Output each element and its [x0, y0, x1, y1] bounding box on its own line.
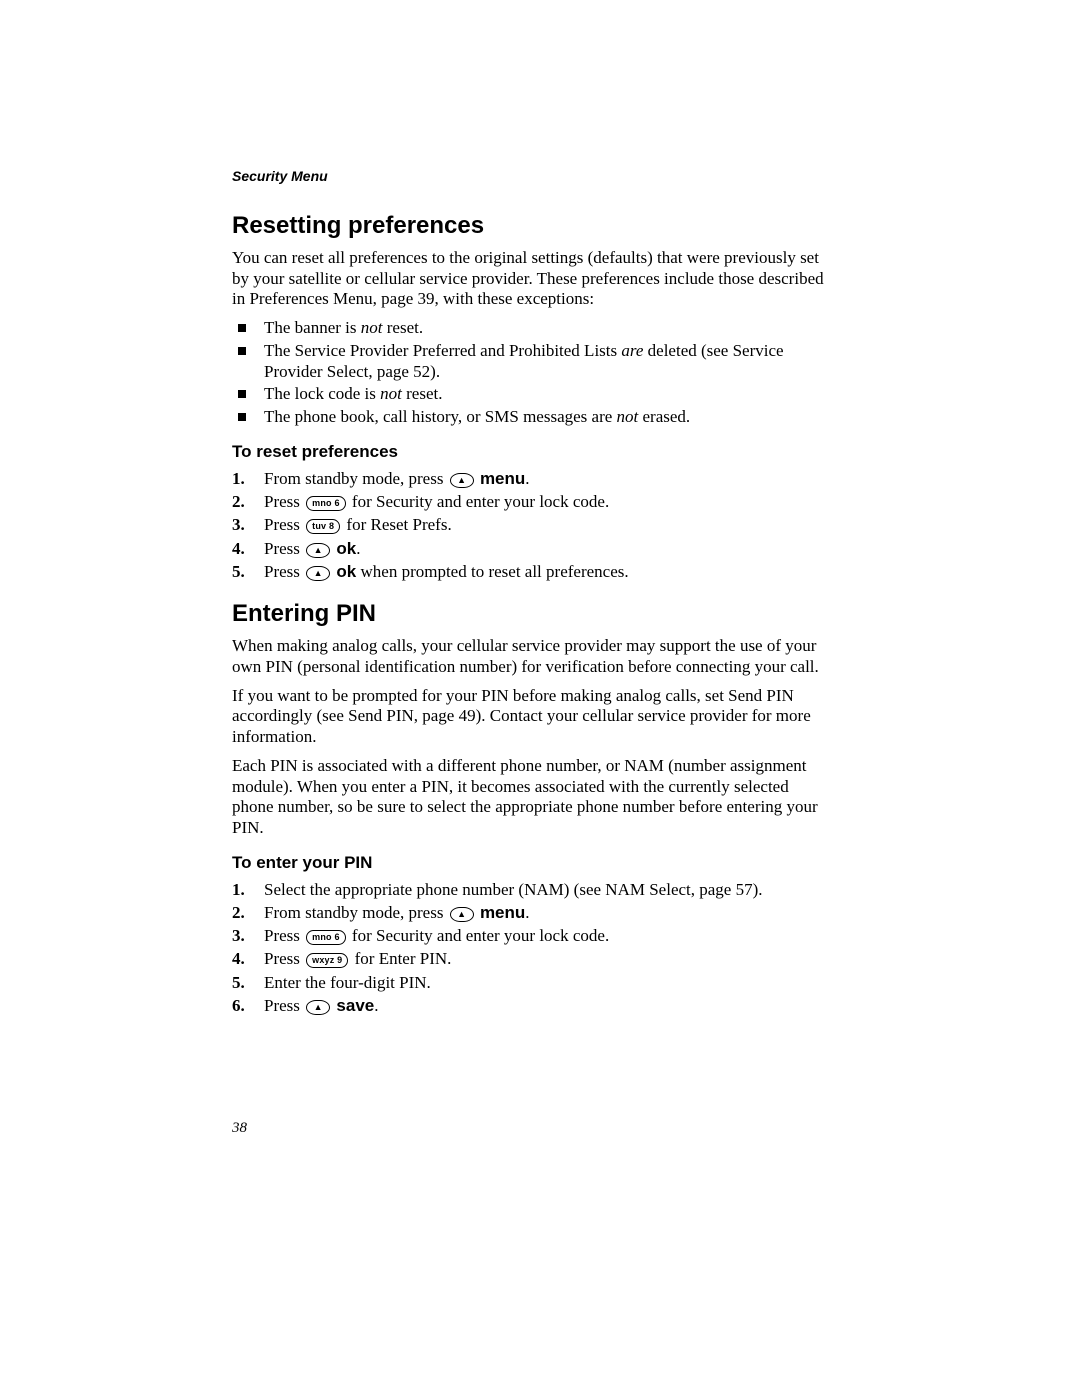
emphasis: not: [617, 407, 639, 426]
list-item: Enter the four-digit PIN.: [232, 972, 825, 993]
text: The banner is: [264, 318, 361, 337]
softkey-label: ok: [336, 562, 356, 581]
text: .: [525, 469, 529, 488]
softkey-label: save: [336, 996, 374, 1015]
text: Press: [264, 515, 304, 534]
list-item: The phone book, call history, or SMS mes…: [232, 407, 825, 428]
heading-entering-pin: Entering PIN: [232, 600, 825, 628]
text: .: [374, 996, 378, 1015]
text: Press: [264, 996, 304, 1015]
list-item: The lock code is not reset.: [232, 384, 825, 405]
manual-page: Security Menu Resetting preferences You …: [0, 0, 1080, 1397]
list-item: Press wxyz 9 for Enter PIN.: [232, 948, 825, 969]
text: for Security and enter your lock code.: [348, 492, 610, 511]
text: reset.: [383, 318, 424, 337]
exceptions-list: The banner is not reset. The Service Pro…: [232, 318, 825, 428]
text: From standby mode, press: [264, 903, 448, 922]
text: The Service Provider Preferred and Prohi…: [264, 341, 621, 360]
keypad-8-icon: tuv 8: [306, 519, 340, 534]
list-item: Press ▲ ok.: [232, 538, 825, 559]
list-item: From standby mode, press ▲ menu.: [232, 468, 825, 489]
text: for Security and enter your lock code.: [348, 926, 610, 945]
emphasis: are: [621, 341, 643, 360]
emphasis: not: [361, 318, 383, 337]
body-paragraph: Each PIN is associated with a different …: [232, 756, 825, 839]
steps-enter-pin: Select the appropriate phone number (NAM…: [232, 879, 825, 1017]
text: .: [525, 903, 529, 922]
running-header: Security Menu: [232, 168, 825, 184]
keypad-9-icon: wxyz 9: [306, 953, 348, 968]
list-item: Press mno 6 for Security and enter your …: [232, 491, 825, 512]
text: Press: [264, 949, 304, 968]
list-item: The banner is not reset.: [232, 318, 825, 339]
subheading-to-reset-preferences: To reset preferences: [232, 442, 825, 462]
steps-reset-preferences: From standby mode, press ▲ menu. Press m…: [232, 468, 825, 582]
list-item: The Service Provider Preferred and Prohi…: [232, 341, 825, 382]
text: Press: [264, 562, 304, 581]
text: Press: [264, 926, 304, 945]
text: Press: [264, 492, 304, 511]
list-item: Press ▲ save.: [232, 995, 825, 1016]
body-paragraph: When making analog calls, your cellular …: [232, 636, 825, 677]
up-key-icon: ▲: [450, 907, 474, 922]
list-item: Press ▲ ok when prompted to reset all pr…: [232, 561, 825, 582]
softkey-label: menu: [480, 469, 525, 488]
text: when prompted to reset all preferences.: [356, 562, 628, 581]
up-key-icon: ▲: [306, 1000, 330, 1015]
softkey-label: menu: [480, 903, 525, 922]
body-paragraph: If you want to be prompted for your PIN …: [232, 686, 825, 748]
list-item: Press tuv 8 for Reset Prefs.: [232, 514, 825, 535]
up-key-icon: ▲: [450, 473, 474, 488]
text: for Reset Prefs.: [342, 515, 452, 534]
text: reset.: [402, 384, 443, 403]
emphasis: not: [380, 384, 402, 403]
up-key-icon: ▲: [306, 566, 330, 581]
text: .: [356, 539, 360, 558]
list-item: From standby mode, press ▲ menu.: [232, 902, 825, 923]
subheading-to-enter-your-pin: To enter your PIN: [232, 853, 825, 873]
text: Press: [264, 539, 304, 558]
text: The lock code is: [264, 384, 380, 403]
heading-resetting-preferences: Resetting preferences: [232, 212, 825, 240]
text: for Enter PIN.: [350, 949, 451, 968]
list-item: Press mno 6 for Security and enter your …: [232, 925, 825, 946]
intro-paragraph: You can reset all preferences to the ori…: [232, 248, 825, 310]
page-number: 38: [232, 1120, 247, 1137]
list-item: Select the appropriate phone number (NAM…: [232, 879, 825, 900]
softkey-label: ok: [336, 539, 356, 558]
text: From standby mode, press: [264, 469, 448, 488]
keypad-6-icon: mno 6: [306, 496, 346, 511]
text: The phone book, call history, or SMS mes…: [264, 407, 617, 426]
keypad-6-icon: mno 6: [306, 930, 346, 945]
up-key-icon: ▲: [306, 543, 330, 558]
text: Select the appropriate phone number (NAM…: [264, 880, 763, 899]
text: Enter the four-digit PIN.: [264, 973, 431, 992]
text: erased.: [638, 407, 690, 426]
